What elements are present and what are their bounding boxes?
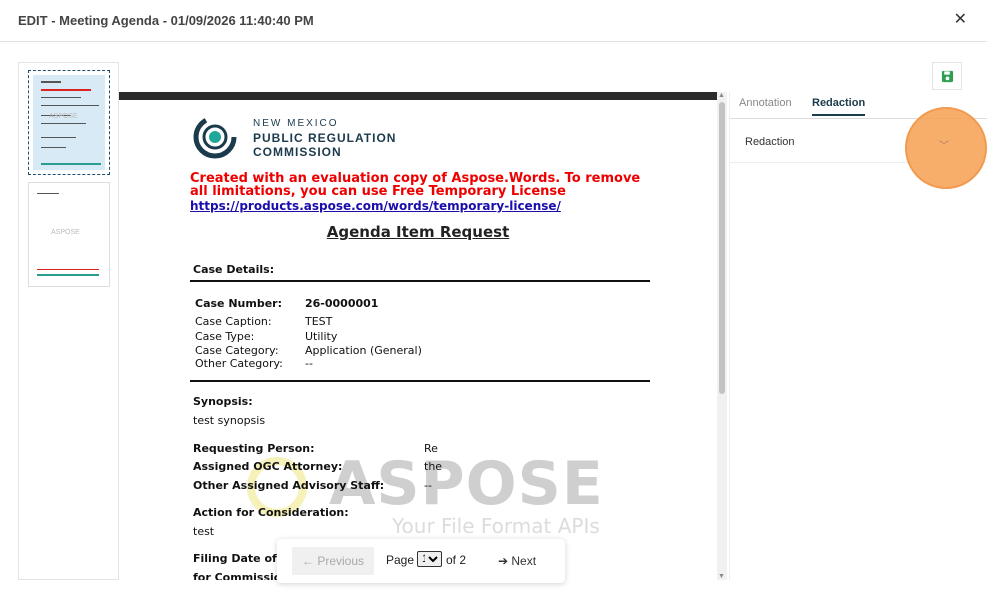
case-caption-value: TEST <box>305 315 333 328</box>
other-staff-value: -- <box>424 479 432 492</box>
other-category-label: Other Category: <box>195 357 283 370</box>
next-label: Next <box>511 554 537 568</box>
close-icon[interactable]: ✕ <box>954 10 967 30</box>
title-bar: EDIT - Meeting Agenda - 01/09/2026 11:40… <box>0 0 987 42</box>
viewer-scrollbar[interactable]: ▲ ▼ <box>717 92 727 580</box>
logo-text: NEW MEXICO PUBLIC REGULATION COMMISSION <box>253 118 396 159</box>
synopsis-label: Synopsis: <box>193 395 253 408</box>
for-commission-label: for Commission <box>193 571 290 580</box>
case-caption-label: Case Caption: <box>195 315 272 328</box>
action-value: test <box>193 525 215 538</box>
requesting-person-value: Re <box>424 442 438 455</box>
license-link[interactable]: https://products.aspose.com/words/tempor… <box>190 199 561 213</box>
aspose-watermark-subtitle: Your File Format APIs <box>392 514 600 538</box>
arrow-right-icon: ➔ <box>497 554 509 568</box>
page-count-label: of 2 <box>446 553 467 567</box>
case-number-value: 26-0000001 <box>305 297 379 310</box>
case-type-label: Case Type: <box>195 330 255 343</box>
page-navigator: ← Previous Page 1 of 2 ➔ Next <box>277 539 565 583</box>
next-page-button[interactable]: ➔ Next <box>487 547 547 575</box>
scrollbar-thumb[interactable] <box>719 102 725 394</box>
page-select[interactable]: 1 <box>417 551 442 567</box>
tab-redaction[interactable]: Redaction <box>812 97 866 116</box>
assigned-attorney-value: the <box>424 460 443 473</box>
case-category-value: Application (General) <box>305 344 422 357</box>
previous-label: Previous <box>317 554 365 568</box>
divider <box>190 280 650 282</box>
scroll-down-icon[interactable]: ▼ <box>718 573 725 580</box>
case-type-value: Utility <box>305 330 338 343</box>
arrow-left-icon: ← <box>301 554 314 568</box>
save-button[interactable] <box>932 62 962 90</box>
page-thumbnail-2[interactable]: ASPOSE <box>28 182 110 287</box>
other-category-value: -- <box>305 357 313 370</box>
prc-logo-icon <box>193 115 237 159</box>
document-heading: Agenda Item Request <box>326 223 510 241</box>
requesting-person-label: Requesting Person: <box>193 442 315 455</box>
thumbnail-strip: ASPOSE ASPOSE <box>18 62 119 580</box>
assigned-attorney-label: Assigned OGC Attorney: <box>193 460 343 473</box>
redaction-accordion-label: Redaction <box>745 136 795 148</box>
previous-page-button[interactable]: ← Previous <box>292 547 374 575</box>
thumbnail-watermark-2: ASPOSE <box>51 229 80 236</box>
synopsis-value: test synopsis <box>193 414 266 427</box>
logo-line-2: PUBLIC REGULATION <box>253 131 397 145</box>
other-staff-label: Other Assigned Advisory Staff: <box>193 479 385 492</box>
document-viewer: NEW MEXICO PUBLIC REGULATION COMMISSION … <box>119 92 717 580</box>
viewer-top-bar <box>119 92 717 100</box>
page-label: Page <box>386 553 415 567</box>
divider <box>190 380 650 382</box>
page-thumbnail-1[interactable]: ASPOSE <box>28 70 110 175</box>
logo-line-1: NEW MEXICO <box>253 118 339 129</box>
save-icon <box>941 70 953 82</box>
window-title: EDIT - Meeting Agenda - 01/09/2026 11:40… <box>18 13 314 28</box>
logo-line-3: COMMISSION <box>253 145 342 159</box>
scroll-up-icon[interactable]: ▲ <box>718 92 725 99</box>
case-category-label: Case Category: <box>195 344 279 357</box>
case-number-label: Case Number: <box>195 297 282 310</box>
thumbnail-watermark: ASPOSE <box>49 113 78 120</box>
filing-date-label: Filing Date of <box>193 552 277 565</box>
case-details-label: Case Details: <box>193 263 275 276</box>
action-label: Action for Consideration: <box>193 506 349 519</box>
chevron-down-icon[interactable]: ﹀ <box>939 137 949 152</box>
evaluation-warning: Created with an evaluation copy of Aspos… <box>190 171 641 199</box>
tab-annotation[interactable]: Annotation <box>739 97 792 114</box>
